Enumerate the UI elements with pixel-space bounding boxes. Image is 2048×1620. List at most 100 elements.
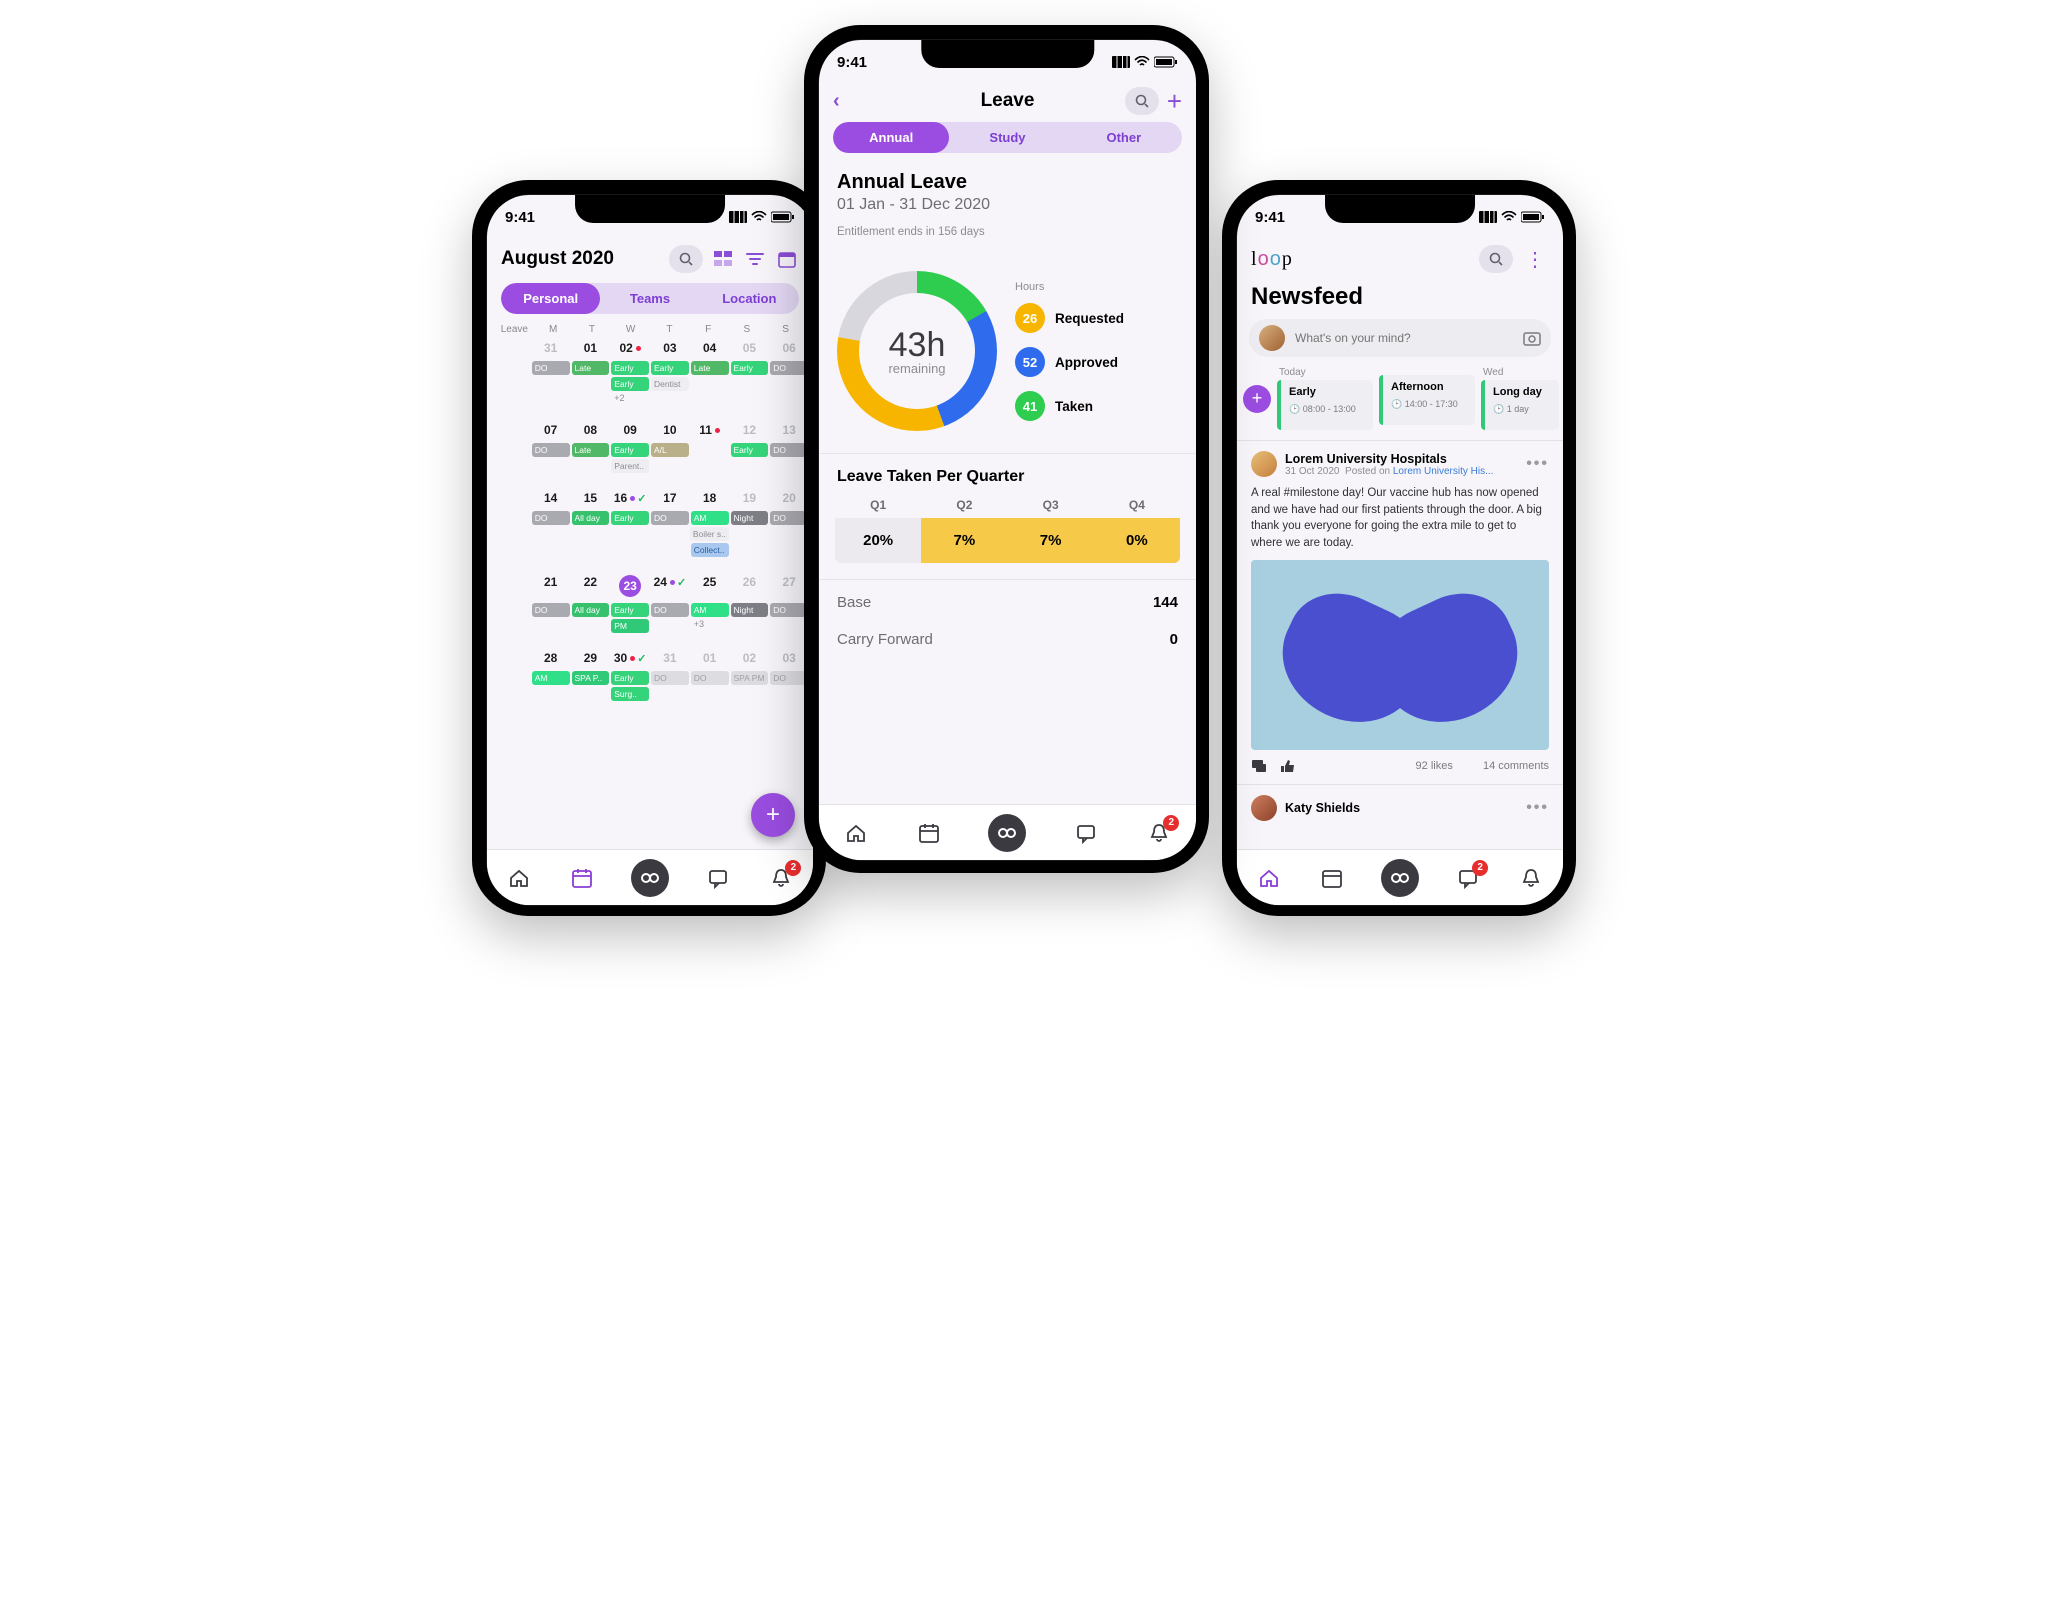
- tab-other[interactable]: Other: [1066, 122, 1182, 153]
- nav-bell-icon[interactable]: 2: [767, 864, 795, 892]
- shift-pill[interactable]: All day: [572, 511, 610, 525]
- tab-study[interactable]: Study: [949, 122, 1065, 153]
- shift-pill[interactable]: Early: [611, 377, 649, 391]
- shift-pill[interactable]: DO: [691, 671, 729, 685]
- calendar-day[interactable]: 11: [690, 419, 730, 441]
- shift-pill[interactable]: A/L: [651, 443, 689, 457]
- calendar-day[interactable]: 01: [690, 647, 730, 669]
- camera-icon[interactable]: [1523, 330, 1541, 346]
- shift-pill[interactable]: SPA P..: [572, 671, 610, 685]
- shift-pill[interactable]: AM: [691, 603, 729, 617]
- calendar-day[interactable]: 02: [610, 337, 650, 359]
- shift-card[interactable]: Wed Long day🕑 1 day: [1481, 367, 1559, 430]
- tab-teams[interactable]: Teams: [600, 283, 699, 314]
- calendar-day[interactable]: 18: [690, 487, 730, 509]
- shift-pill[interactable]: Surg..: [611, 687, 649, 701]
- nav-chat-icon[interactable]: [1072, 819, 1100, 847]
- shift-pill[interactable]: Parent..: [611, 459, 649, 473]
- calendar-day[interactable]: 28: [531, 647, 571, 669]
- calendar-day[interactable]: 19: [730, 487, 770, 509]
- calendar-day[interactable]: 07: [531, 419, 571, 441]
- tab-annual[interactable]: Annual: [833, 122, 949, 153]
- nav-bell-icon[interactable]: [1517, 864, 1545, 892]
- nav-calendar-icon[interactable]: [915, 819, 943, 847]
- add-fab[interactable]: +: [751, 793, 795, 837]
- tab-location[interactable]: Location: [700, 283, 799, 314]
- compose-input[interactable]: [1293, 330, 1515, 346]
- nav-home-icon[interactable]: [1255, 864, 1283, 892]
- shift-strip[interactable]: + Today Early🕑 08:00 - 13:00 Afternoon🕑 …: [1237, 367, 1563, 440]
- shift-pill[interactable]: Boiler s..: [690, 527, 729, 541]
- shift-pill[interactable]: DO: [770, 511, 808, 525]
- tab-personal[interactable]: Personal: [501, 283, 600, 314]
- shift-pill[interactable]: DO: [651, 603, 689, 617]
- post-author[interactable]: Katy Shields: [1285, 801, 1518, 815]
- calendar-day[interactable]: 25: [690, 571, 730, 601]
- calendar-day[interactable]: 03: [650, 337, 690, 359]
- likes-count[interactable]: 92 likes: [1416, 760, 1453, 772]
- shift-pill[interactable]: Late: [691, 361, 729, 375]
- shift-pill[interactable]: All day: [572, 603, 610, 617]
- search-button[interactable]: [1479, 245, 1513, 273]
- shift-pill[interactable]: Early: [611, 671, 649, 685]
- add-button[interactable]: +: [1167, 86, 1182, 117]
- comment-icon[interactable]: [1251, 758, 1267, 774]
- shift-pill[interactable]: Early: [611, 511, 649, 525]
- shift-pill[interactable]: AM: [532, 671, 570, 685]
- shift-pill[interactable]: Night: [731, 603, 769, 617]
- comments-count[interactable]: 14 comments: [1483, 760, 1549, 772]
- shift-pill[interactable]: SPA PM: [731, 671, 769, 685]
- calendar-day[interactable]: 05: [730, 337, 770, 359]
- shift-pill[interactable]: Collect..: [691, 543, 729, 557]
- post-more-icon[interactable]: •••: [1526, 455, 1549, 473]
- shift-pill[interactable]: Dentist: [651, 377, 689, 391]
- calendar-day[interactable]: 30✓: [610, 647, 650, 669]
- post-source-link[interactable]: Lorem University His...: [1393, 466, 1494, 477]
- calendar-day[interactable]: 31: [531, 337, 571, 359]
- shift-pill[interactable]: DO: [651, 511, 689, 525]
- calendar-day[interactable]: 12: [730, 419, 770, 441]
- calendar-day[interactable]: 08: [571, 419, 611, 441]
- calendar-day[interactable]: 21: [531, 571, 571, 601]
- search-button[interactable]: [1125, 87, 1159, 115]
- calendar-day[interactable]: 02: [730, 647, 770, 669]
- calendar-day[interactable]: 04: [690, 337, 730, 359]
- calendar-day[interactable]: 09: [610, 419, 650, 441]
- more-icon[interactable]: ⋮: [1521, 247, 1549, 272]
- post-author[interactable]: Lorem University Hospitals: [1285, 452, 1518, 466]
- nav-home-icon[interactable]: [842, 819, 870, 847]
- shift-pill[interactable]: DO: [532, 511, 570, 525]
- compose-box[interactable]: [1249, 319, 1551, 357]
- shift-pill[interactable]: PM: [611, 619, 649, 633]
- calendar-grid[interactable]: 31010203040506DOLateEarlyEarlyLateEarlyD…: [487, 337, 813, 701]
- calendar-day[interactable]: 10: [650, 419, 690, 441]
- nav-loop-icon[interactable]: [988, 814, 1026, 852]
- shift-pill[interactable]: DO: [651, 671, 689, 685]
- shift-card[interactable]: Today Early🕑 08:00 - 13:00: [1277, 367, 1373, 430]
- shift-pill[interactable]: AM: [691, 511, 729, 525]
- calendar-day[interactable]: 22: [571, 571, 611, 601]
- post-more-icon[interactable]: •••: [1526, 799, 1549, 817]
- shift-card[interactable]: Afternoon🕑 14:00 - 17:30: [1379, 373, 1475, 425]
- shift-pill[interactable]: Night: [731, 511, 769, 525]
- shift-pill[interactable]: Early: [611, 361, 649, 375]
- calendar-day[interactable]: 26: [730, 571, 770, 601]
- nav-bell-icon[interactable]: 2: [1145, 819, 1173, 847]
- calendar-day[interactable]: 15: [571, 487, 611, 509]
- shift-pill[interactable]: Early: [611, 443, 649, 457]
- nav-loop-icon[interactable]: [631, 859, 669, 897]
- shift-pill[interactable]: DO: [770, 671, 808, 685]
- calendar-day[interactable]: 01: [571, 337, 611, 359]
- search-button[interactable]: [669, 245, 703, 273]
- shift-pill[interactable]: DO: [770, 361, 808, 375]
- like-icon[interactable]: [1279, 758, 1295, 774]
- calendar-day[interactable]: 17: [650, 487, 690, 509]
- nav-calendar-icon[interactable]: [1318, 864, 1346, 892]
- filter-icon[interactable]: [743, 252, 767, 266]
- shift-pill[interactable]: DO: [770, 443, 808, 457]
- nav-loop-icon[interactable]: [1381, 859, 1419, 897]
- calendar-day[interactable]: 24✓: [650, 571, 690, 601]
- shift-pill[interactable]: Early: [731, 443, 769, 457]
- shift-pill[interactable]: DO: [532, 361, 570, 375]
- nav-chat-icon[interactable]: 2: [1454, 864, 1482, 892]
